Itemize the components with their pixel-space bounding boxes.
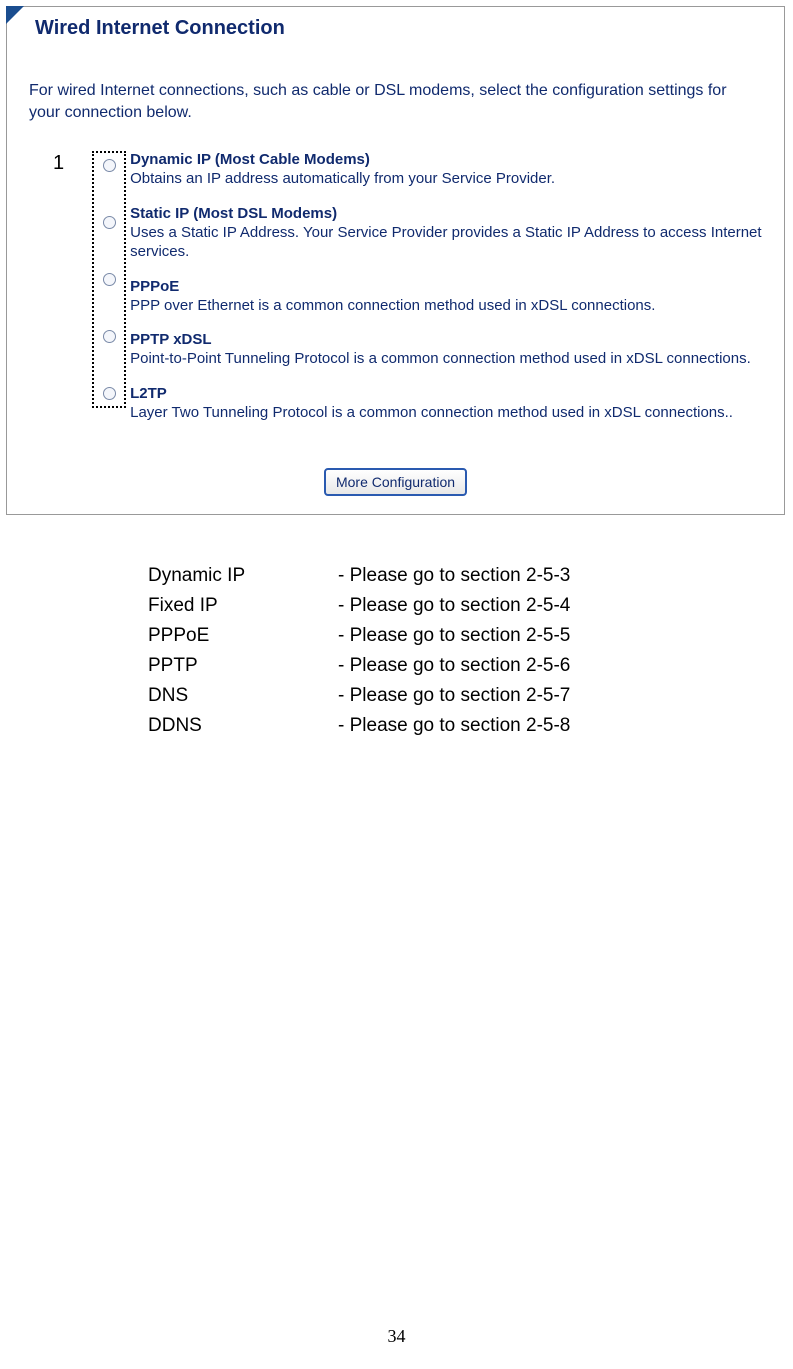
page-number: 34 xyxy=(0,1326,793,1347)
section-row: PPPoE - Please go to section 2-5-5 xyxy=(148,625,793,647)
section-ref: - Please go to section 2-5-4 xyxy=(338,595,570,617)
option-title: PPPoE xyxy=(130,278,764,295)
option-desc: PPP over Ethernet is a common connection… xyxy=(130,296,764,316)
section-name: DDNS xyxy=(148,715,338,737)
section-name: PPTP xyxy=(148,655,338,677)
section-ref: - Please go to section 2-5-6 xyxy=(338,655,570,677)
option-static-ip: Static IP (Most DSL Modems) Uses a Stati… xyxy=(130,205,764,262)
section-row: DDNS - Please go to section 2-5-8 xyxy=(148,715,793,737)
callout-box xyxy=(92,151,126,408)
option-desc: Obtains an IP address automatically from… xyxy=(130,169,764,189)
option-pptp: PPTP xDSL Point-to-Point Tunneling Proto… xyxy=(130,331,764,369)
panel-intro-text: For wired Internet connections, such as … xyxy=(7,46,784,133)
corner-decoration-icon xyxy=(6,6,24,24)
option-pppoe: PPPoE PPP over Ethernet is a common conn… xyxy=(130,278,764,316)
section-ref: - Please go to section 2-5-7 xyxy=(338,685,570,707)
options-area: 1 Dynamic IP (Most Cable Modems) Obtains… xyxy=(7,133,784,444)
options-text: Dynamic IP (Most Cable Modems) Obtains a… xyxy=(126,151,764,438)
option-title: L2TP xyxy=(130,385,764,402)
radio-pppoe[interactable] xyxy=(103,273,116,286)
option-desc: Point-to-Point Tunneling Protocol is a c… xyxy=(130,349,764,369)
section-name: Fixed IP xyxy=(148,595,338,617)
section-name: Dynamic IP xyxy=(148,565,338,587)
option-desc: Layer Two Tunneling Protocol is a common… xyxy=(130,403,764,423)
section-ref: - Please go to section 2-5-3 xyxy=(338,565,570,587)
option-title: PPTP xDSL xyxy=(130,331,764,348)
button-row: More Configuration xyxy=(7,468,784,496)
config-panel: Wired Internet Connection For wired Inte… xyxy=(6,6,785,515)
option-title: Static IP (Most DSL Modems) xyxy=(130,205,764,222)
option-title: Dynamic IP (Most Cable Modems) xyxy=(130,151,764,168)
option-l2tp: L2TP Layer Two Tunneling Protocol is a c… xyxy=(130,385,764,423)
radio-pptp[interactable] xyxy=(103,330,116,343)
radio-dynamic-ip[interactable] xyxy=(103,159,116,172)
section-row: DNS - Please go to section 2-5-7 xyxy=(148,685,793,707)
section-row: Fixed IP - Please go to section 2-5-4 xyxy=(148,595,793,617)
option-desc: Uses a Static IP Address. Your Service P… xyxy=(130,223,764,262)
option-dynamic-ip: Dynamic IP (Most Cable Modems) Obtains a… xyxy=(130,151,764,189)
section-ref: - Please go to section 2-5-5 xyxy=(338,625,570,647)
more-configuration-button[interactable]: More Configuration xyxy=(324,468,467,496)
callout-number: 1 xyxy=(53,151,64,173)
section-reference-list: Dynamic IP - Please go to section 2-5-3 … xyxy=(148,565,793,737)
radio-static-ip[interactable] xyxy=(103,216,116,229)
section-name: DNS xyxy=(148,685,338,707)
section-row: Dynamic IP - Please go to section 2-5-3 xyxy=(148,565,793,587)
section-row: PPTP - Please go to section 2-5-6 xyxy=(148,655,793,677)
section-name: PPPoE xyxy=(148,625,338,647)
section-ref: - Please go to section 2-5-8 xyxy=(338,715,570,737)
panel-title: Wired Internet Connection xyxy=(7,7,784,46)
radio-l2tp[interactable] xyxy=(103,387,116,400)
